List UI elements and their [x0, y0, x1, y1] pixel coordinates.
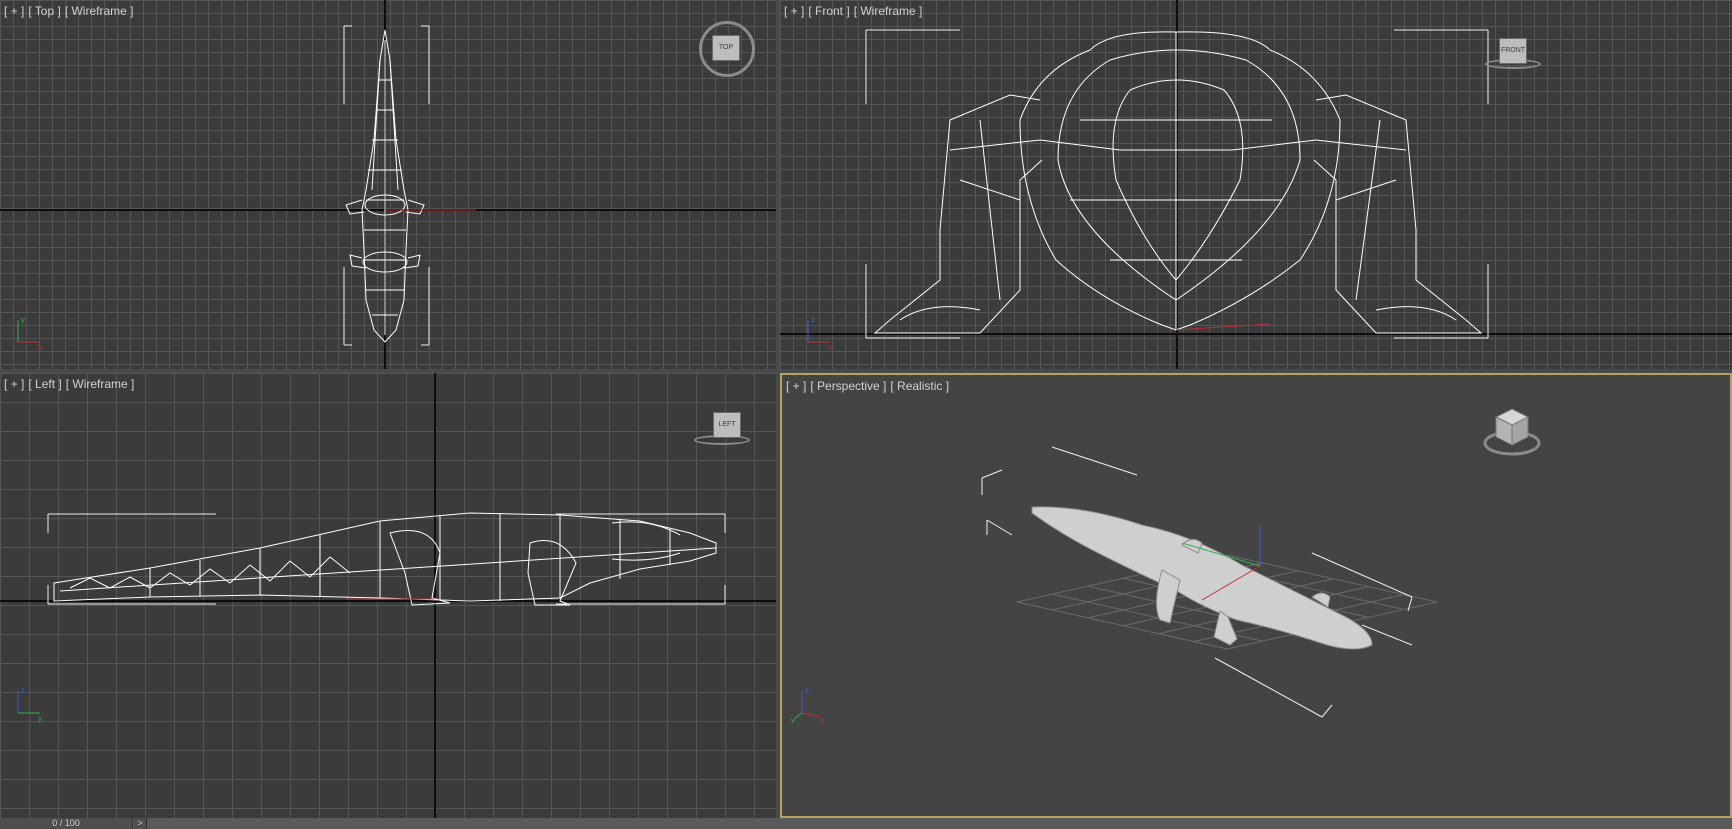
- viewport-view-menu[interactable]: [ Top ]: [28, 4, 60, 18]
- viewport-perspective[interactable]: [ + ] [ Perspective ] [ Realistic ] z x y: [780, 373, 1732, 818]
- gizmo-x-label: x: [820, 716, 824, 723]
- viewcube-icon[interactable]: LEFT: [694, 409, 754, 449]
- gizmo-x-label: x: [38, 343, 42, 352]
- viewcube-face-top[interactable]: TOP: [712, 35, 740, 61]
- viewport-top[interactable]: [ + ] [ Top ] [ Wireframe ] TOP y x: [0, 0, 776, 369]
- axis-tripod-icon: z x y: [791, 686, 824, 723]
- gizmo-z-label: z: [21, 686, 25, 695]
- time-slider-frame[interactable]: 0 / 100: [0, 818, 133, 829]
- axis-tripod-icon: z x: [807, 315, 832, 352]
- viewport-shading-menu[interactable]: [ Wireframe ]: [854, 4, 923, 18]
- perspective-scene[interactable]: [782, 375, 1732, 818]
- viewport-front[interactable]: [ + ] [ Front ] [ Wireframe ] FRONT z x: [780, 0, 1732, 369]
- viewport-plus-menu[interactable]: [ + ]: [786, 379, 806, 393]
- viewport-shading-menu[interactable]: [ Wireframe ]: [65, 4, 134, 18]
- viewport-view-menu[interactable]: [ Perspective ]: [810, 379, 886, 393]
- gizmo-z-label: z: [811, 315, 815, 324]
- viewport-plus-menu[interactable]: [ + ]: [4, 4, 24, 18]
- viewport-left[interactable]: [ + ] [ Left ] [ Wireframe ] LEFT z y: [0, 373, 776, 818]
- viewport-plus-menu[interactable]: [ + ]: [784, 4, 804, 18]
- viewcube-face-left[interactable]: LEFT: [713, 412, 741, 438]
- crocodile-wireframe-top[interactable]: [0, 0, 776, 369]
- viewport-label-top[interactable]: [ + ] [ Top ] [ Wireframe ]: [4, 4, 137, 18]
- gizmo-x-label: x: [828, 343, 832, 352]
- viewcube-icon[interactable]: TOP: [697, 19, 757, 79]
- viewport-plus-menu[interactable]: [ + ]: [4, 377, 24, 391]
- gizmo-y-label: y: [21, 315, 25, 324]
- gizmo-y-label: y: [791, 716, 795, 723]
- next-frame-button[interactable]: >: [134, 818, 147, 829]
- viewport-label-front[interactable]: [ + ] [ Front ] [ Wireframe ]: [784, 4, 926, 18]
- viewcube-icon[interactable]: [1482, 403, 1544, 459]
- axis-tripod-icon: z y: [17, 686, 42, 723]
- axis-tripod-icon: y x: [17, 315, 42, 352]
- viewport-view-menu[interactable]: [ Left ]: [28, 377, 61, 391]
- viewcube-3d-icon[interactable]: [1482, 403, 1544, 459]
- viewport-shading-menu[interactable]: [ Realistic ]: [890, 379, 949, 393]
- crocodile-wireframe-front[interactable]: [780, 0, 1732, 369]
- viewcube-icon[interactable]: FRONT: [1485, 35, 1545, 75]
- viewport-view-menu[interactable]: [ Front ]: [808, 4, 849, 18]
- gizmo-z-label: z: [805, 686, 809, 695]
- gizmo-y-label: y: [38, 714, 42, 723]
- viewport-label-left[interactable]: [ + ] [ Left ] [ Wireframe ]: [4, 377, 138, 391]
- crocodile-wireframe-left[interactable]: [0, 373, 776, 818]
- viewport-shading-menu[interactable]: [ Wireframe ]: [66, 377, 135, 391]
- time-slider[interactable]: 0 / 100 >: [0, 818, 1732, 829]
- viewcube-face-front[interactable]: FRONT: [1499, 38, 1527, 64]
- viewport-label-perspective[interactable]: [ + ] [ Perspective ] [ Realistic ]: [786, 379, 953, 393]
